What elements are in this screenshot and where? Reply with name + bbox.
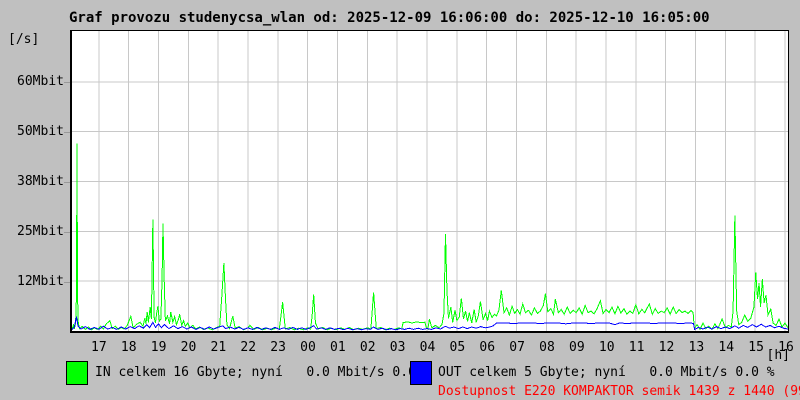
x-tick-label: 11 [628, 340, 645, 355]
y-tick-label: 12Mbit [17, 274, 64, 289]
x-tick-label: 02 [359, 340, 376, 355]
y-tick-mark [64, 232, 70, 233]
traffic-graph-svg [72, 31, 788, 331]
x-tick-label: 13 [688, 340, 705, 355]
page-title: Graf provozu studenycsa_wlan od: 2025-12… [69, 10, 710, 26]
x-tick-label: 08 [539, 340, 555, 355]
out-series-line [72, 316, 788, 331]
x-tick-label: 23 [270, 340, 286, 355]
legend-out-swatch [410, 361, 432, 385]
y-tick-mark [64, 282, 70, 283]
x-tick-label: 20 [180, 340, 197, 355]
x-tick-label: 07 [509, 340, 525, 355]
traffic-graph-plot-area [70, 30, 789, 333]
y-tick-label: 25Mbit [17, 224, 64, 239]
y-axis-unit-label: [/s] [8, 32, 40, 47]
y-tick-mark [64, 132, 70, 133]
y-tick-label: 60Mbit [17, 74, 64, 89]
legend-in-label: IN celkem 16 Gbyte; nyní 0.0 Mbit/s 0.0 … [95, 365, 432, 380]
x-tick-label: 00 [300, 340, 316, 355]
x-tick-label: 12 [658, 340, 675, 355]
x-tick-label: 21 [210, 340, 227, 355]
x-tick-label: 22 [240, 340, 257, 355]
x-tick-label: 14 [718, 340, 735, 355]
x-tick-label: 19 [150, 340, 167, 355]
in-series-line [72, 143, 788, 331]
legend-out-label: OUT celkem 5 Gbyte; nyní 0.0 Mbit/s 0.0 … [438, 365, 775, 380]
x-tick-label: 04 [419, 340, 436, 355]
x-tick-label: 03 [389, 340, 406, 355]
x-axis-unit-label: [h] [766, 348, 790, 363]
x-tick-label: 09 [569, 340, 585, 355]
x-tick-label: 06 [479, 340, 496, 355]
legend-in-swatch [66, 361, 88, 385]
availability-status-text: Dostupnost E220 KOMPAKTOR semik 1439 z 1… [438, 384, 800, 399]
y-tick-mark [64, 182, 70, 183]
x-tick-label: 05 [449, 340, 466, 355]
x-tick-label: 17 [91, 340, 107, 355]
y-tick-mark [64, 82, 70, 83]
x-tick-label: 18 [120, 340, 137, 355]
x-tick-label: 10 [598, 340, 615, 355]
y-tick-label: 50Mbit [17, 124, 64, 139]
x-tick-label: 01 [330, 340, 346, 355]
y-tick-label: 38Mbit [17, 174, 64, 189]
